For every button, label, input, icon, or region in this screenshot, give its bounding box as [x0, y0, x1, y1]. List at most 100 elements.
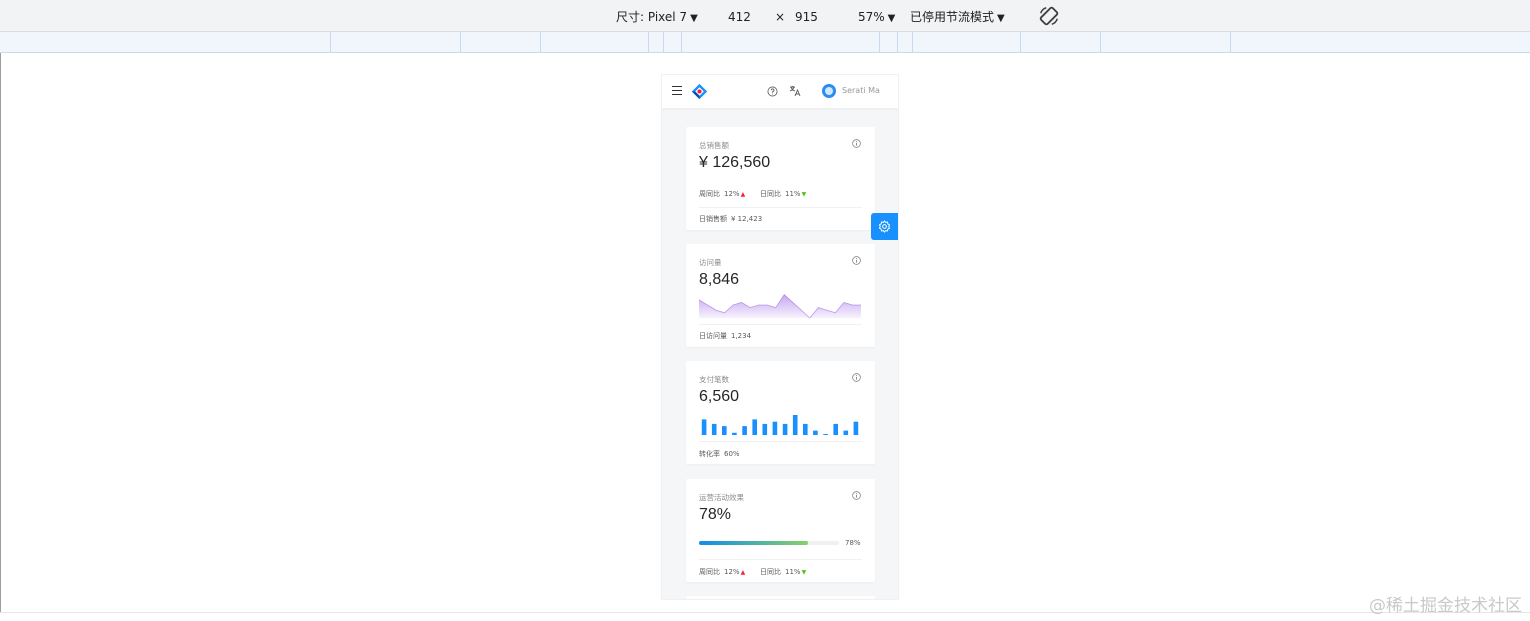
- bottom-divider: [0, 612, 1530, 613]
- bar: [813, 430, 818, 435]
- bar: [701, 419, 707, 435]
- ruler-tick: [1100, 32, 1101, 53]
- logo-icon[interactable]: [691, 83, 708, 100]
- footer-value: ¥ 12,423: [731, 215, 763, 223]
- card-footer: 日访问量 1,234: [699, 331, 751, 341]
- ruler-tick: [681, 32, 682, 53]
- gear-icon: [878, 220, 891, 233]
- zoom-dropdown[interactable]: 57% ▼: [858, 9, 895, 27]
- menu-icon[interactable]: [672, 86, 682, 95]
- trend-value: 12%: [724, 190, 740, 198]
- footer-label: 日访问量: [699, 332, 727, 340]
- bar: [853, 421, 859, 435]
- username[interactable]: Serati Ma: [842, 86, 880, 95]
- mobile-page: Serati Ma 总销售额 ¥ 126,560 周同比 12%▲ 日同比 11%▼…: [662, 75, 898, 599]
- week-trend: 周同比 12%▲: [699, 189, 745, 199]
- media-query-ruler[interactable]: [0, 32, 1530, 53]
- bar: [782, 423, 788, 435]
- trend-label: 日同比: [760, 568, 781, 576]
- chevron-down-icon: ▼: [887, 13, 896, 24]
- info-icon[interactable]: [852, 491, 861, 500]
- bar: [752, 419, 757, 435]
- sales-card: 总销售额 ¥ 126,560 周同比 12%▲ 日同比 11%▼ 日销售额 ¥ 12,…: [686, 127, 875, 230]
- footer-value: 1,234: [731, 332, 752, 340]
- zoom-label: 57%: [858, 10, 885, 24]
- bar: [843, 430, 849, 435]
- card-title: 访问量: [699, 258, 722, 267]
- bar: [833, 423, 838, 435]
- trend-label: 周同比: [699, 190, 720, 198]
- campaign-card: 运营活动效果 78% 78% 周同比 12%▲ 日同比 11%▼: [686, 479, 875, 582]
- bar: [711, 423, 717, 435]
- bar: [792, 415, 798, 435]
- device-toolbar: 尺寸: Pixel 7 ▼ 412 × 915 57% ▼ 已停用节流模式 ▼: [0, 0, 1530, 32]
- trend-label: 周同比: [699, 568, 720, 576]
- card-value: ¥ 126,560: [699, 154, 771, 171]
- day-trend: 日同比 11%▼: [760, 567, 806, 577]
- card-value: 8,846: [699, 271, 740, 288]
- week-trend: 周同比 12%▲: [699, 567, 745, 577]
- bar: [803, 423, 808, 435]
- trend-value: 11%: [785, 568, 801, 576]
- watermark: @稀土掘金技术社区: [1369, 596, 1522, 616]
- ruler-tick: [540, 32, 541, 53]
- area-series: [699, 294, 861, 318]
- payments-bar-chart: [701, 415, 859, 435]
- rotate-icon[interactable]: [1038, 5, 1060, 27]
- card-value: 6,560: [699, 388, 740, 405]
- caret-up-icon: ▲: [740, 191, 746, 198]
- day-trend: 日同比 11%▼: [760, 189, 806, 199]
- footer-label: 日销售额: [699, 215, 727, 223]
- card-divider: [699, 441, 862, 442]
- card-footer: 日销售额 ¥ 12,423: [699, 214, 762, 224]
- help-icon[interactable]: [767, 86, 778, 97]
- ruler-tick: [1020, 32, 1021, 53]
- trend-value: 11%: [785, 190, 801, 198]
- progress-bar: [699, 541, 839, 545]
- ruler-tick: [648, 32, 649, 53]
- card-title: 总销售额: [699, 141, 729, 150]
- card-divider: [699, 559, 862, 560]
- ruler-tick: [330, 32, 331, 53]
- ruler-tick: [1230, 32, 1231, 53]
- height-input[interactable]: 915: [795, 9, 818, 25]
- card-value: 78%: [699, 506, 732, 523]
- trend-label: 日同比: [760, 190, 781, 198]
- page-header: Serati Ma: [662, 75, 898, 108]
- progress-label: 78%: [845, 539, 861, 547]
- card-footer: 转化率 60%: [699, 449, 740, 459]
- bar: [772, 421, 778, 435]
- ruler-tick: [460, 32, 461, 53]
- card-title: 支付笔数: [699, 375, 729, 384]
- ruler-tick: [912, 32, 913, 53]
- bar: [762, 423, 768, 435]
- footer-value: 60%: [724, 450, 740, 458]
- device-size-label: 尺寸: Pixel 7: [616, 10, 688, 24]
- card-divider: [699, 324, 862, 325]
- caret-down-icon: ▼: [801, 191, 807, 198]
- bar: [742, 426, 747, 435]
- throttle-label: 已停用节流模式: [910, 10, 995, 24]
- throttle-dropdown[interactable]: 已停用节流模式 ▼: [910, 9, 1005, 27]
- ruler-tick: [879, 32, 880, 53]
- width-input[interactable]: 412: [728, 9, 751, 25]
- ruler-tick: [663, 32, 664, 53]
- bar: [722, 426, 727, 435]
- device-size-dropdown[interactable]: 尺寸: Pixel 7 ▼: [616, 9, 698, 27]
- caret-up-icon: ▲: [740, 569, 746, 576]
- visits-area-chart: [699, 293, 861, 318]
- bar: [823, 434, 828, 435]
- info-icon[interactable]: [852, 256, 861, 265]
- bar: [732, 432, 737, 435]
- visits-card: 访问量 8,846 日访问量 1,234: [686, 244, 875, 347]
- card-title: 运营活动效果: [699, 493, 744, 502]
- translate-icon[interactable]: [789, 85, 801, 97]
- caret-down-icon: ▼: [801, 569, 807, 576]
- info-icon[interactable]: [852, 139, 861, 148]
- avatar[interactable]: [822, 84, 836, 98]
- settings-button[interactable]: [871, 213, 898, 240]
- progress-fill: [699, 541, 809, 545]
- chevron-down-icon: ▼: [690, 13, 698, 24]
- payments-card: 支付笔数 6,560 转化率 60%: [686, 361, 875, 464]
- info-icon[interactable]: [852, 373, 861, 382]
